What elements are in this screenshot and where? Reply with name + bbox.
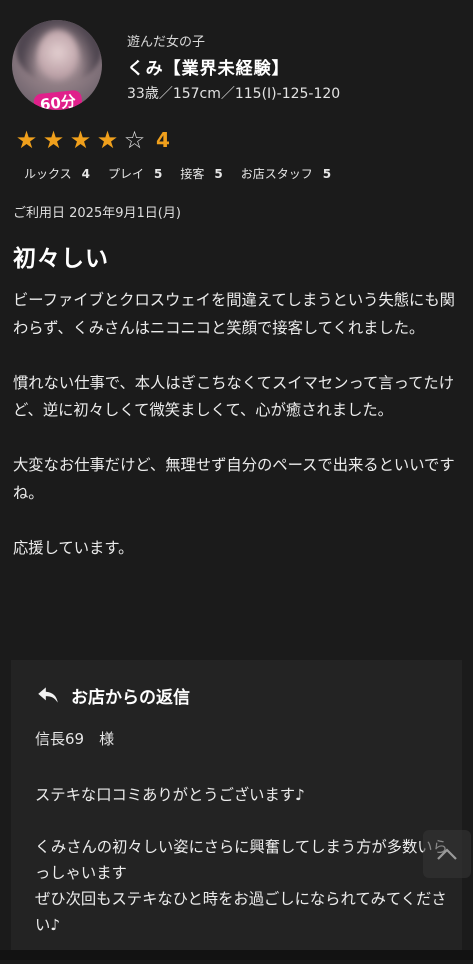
girl-header: 60分 遊んだ女の子 くみ【業界未経験】 33歳／157cm／115(I)-12… xyxy=(12,18,462,110)
avatar-face xyxy=(38,30,78,80)
star-outline-icon: ☆ xyxy=(123,126,146,154)
sub-rating-looks: ルックス 4 xyxy=(24,165,90,182)
reply-header: お店からの返信 xyxy=(35,682,190,708)
review-paragraph: ビーファイブとクロスウェイを間違えてしまうという失態にも関わらず、くみさんはニコ… xyxy=(13,291,455,337)
review-paragraph: 慣れない仕事で、本人はぎこちなくてスイマセンって言ってたけど、逆に初々しくて微笑… xyxy=(13,373,455,420)
sub-ratings: ルックス 4 プレイ 5 接客 5 お店スタッフ 5 xyxy=(24,165,349,182)
sub-rating-label: プレイ xyxy=(108,167,145,181)
star-icon: ★ xyxy=(69,126,92,154)
avatar-badge: 60分 xyxy=(33,89,83,110)
scroll-top-button[interactable] xyxy=(423,830,471,878)
bottom-edge xyxy=(0,950,473,960)
reply-arrow-icon xyxy=(38,687,58,703)
star-icon: ★ xyxy=(96,126,119,154)
chevron-up-icon xyxy=(437,848,457,860)
sub-rating-play: プレイ 5 xyxy=(108,165,162,182)
reply-paragraph: くみさんの初々しい姿にさらに興奮してしまう方が多数いらっしゃいます ぜひ次回もス… xyxy=(35,838,448,934)
star-icon: ★ xyxy=(15,126,38,154)
girl-profile: 33歳／157cm／115(I)-125-120 xyxy=(127,86,341,102)
rating-value: 4 xyxy=(156,128,170,152)
sub-rating-label: お店スタッフ xyxy=(240,167,313,181)
sub-rating-score: 4 xyxy=(81,167,90,181)
sub-rating-service: 接客 5 xyxy=(180,165,222,182)
review-paragraph: 応援しています。 xyxy=(13,538,134,557)
review-body: ビーファイブとクロスウェイを間違えてしまうという失態にも関わらず、くみさんはニコ… xyxy=(13,287,457,590)
review-title: 初々しい xyxy=(13,246,109,272)
rating-row: ★ ★ ★ ★ ☆ 4 xyxy=(13,126,170,154)
visit-date: ご利用日 2025年9月1日(月) xyxy=(13,206,181,221)
sub-rating-label: 接客 xyxy=(180,167,205,181)
sub-rating-score: 5 xyxy=(154,167,163,181)
star-icon: ★ xyxy=(42,126,65,154)
review-paragraph: 大変なお仕事だけど、無理せず自分のペースで出来るといいですね。 xyxy=(13,456,455,502)
sub-rating-label: ルックス xyxy=(24,167,72,181)
reply-body: ステキな口コミありがとうございます♪ くみさんの初々しい姿にさらに興奮してしまう… xyxy=(35,782,455,964)
play-label: 遊んだ女の子 xyxy=(127,35,206,50)
avatar[interactable]: 60分 xyxy=(12,20,102,110)
shop-reply-box: お店からの返信 信長69 様 ステキな口コミありがとうございます♪ くみさんの初… xyxy=(11,660,462,960)
sub-rating-score: 5 xyxy=(322,167,332,181)
sub-rating-staff: お店スタッフ 5 xyxy=(241,165,331,182)
reply-customer: 信長69 様 xyxy=(35,730,115,748)
reply-paragraph: ステキな口コミありがとうございます♪ xyxy=(35,786,305,804)
reply-title: お店からの返信 xyxy=(71,687,190,708)
girl-name[interactable]: くみ【業界未経験】 xyxy=(127,54,290,79)
sub-rating-score: 5 xyxy=(214,167,223,181)
